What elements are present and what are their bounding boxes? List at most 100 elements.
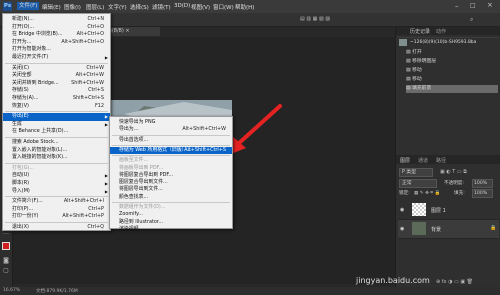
layer-bottom-icons[interactable]: ⊕ fx ◑ ▭ ▣ 🗑 [436, 279, 473, 285]
tab-history[interactable]: 历史记录 [410, 28, 430, 35]
menu-item-label: 搜索 Adobe Stock... [12, 139, 59, 145]
menu-type[interactable]: 文字(Y) [108, 3, 127, 11]
menu-item-label: 存储(S) [12, 87, 29, 94]
quick-mask-icon[interactable]: ◙ [2, 258, 10, 264]
menu-item-label: 脚本(R) [12, 180, 29, 186]
history-state[interactable]: ▤ 移动 [406, 67, 498, 75]
menu-item[interactable]: 存储为(A)... Shift+Ctrl+S [3, 95, 110, 103]
layer-row[interactable]: ◉ 背景 🔒 [398, 220, 499, 239]
menu-item[interactable]: 置入链接的智能对象(K)... [3, 154, 110, 162]
layer-name[interactable]: 图层 1 [431, 207, 446, 214]
filter-icons[interactable]: ▣ ◐ T ▭ ⧉ [440, 169, 467, 175]
export-submenu: 快速导出为 PNG 导出为... Alt+Shift+Ctrl+W 导出首选项... 存… [109, 116, 233, 232]
layer-kind-filter[interactable]: P 类型 [399, 168, 433, 177]
opacity-input[interactable]: 100% [472, 179, 493, 188]
history-snapshot[interactable]: ~126(8)(9)(10)b-SH9593.8ba [410, 40, 476, 45]
menu-item[interactable]: 新建(N)... Ctrl+N [3, 16, 110, 24]
menu-separator [5, 62, 108, 64]
layer-row[interactable]: ◉ 图层 1 [398, 201, 499, 220]
menu-item-label: 新建(N)... [12, 16, 34, 22]
screen-mode-icon[interactable]: ▢ [2, 268, 10, 274]
menu-item-shortcut: Ctrl+S [88, 87, 104, 94]
menu-item-shortcut: Ctrl+N [87, 16, 104, 22]
menu-separator [5, 137, 108, 138]
menu-item[interactable]: 在 Behance 上共享(D)... [3, 128, 110, 136]
menu-item-shortcut: Alt+Shift+Ctrl+O [61, 38, 104, 45]
menu-item[interactable]: 渲染视频... [110, 226, 232, 234]
eye-icon[interactable]: ◉ [400, 207, 404, 213]
menu-item[interactable]: 导出为... Alt+Shift+Ctrl+W [110, 126, 232, 134]
history-state[interactable]: ▤ 移动 [406, 76, 498, 84]
blend-mode-select[interactable]: 正常 [399, 179, 437, 188]
menu-item-shortcut: Ctrl+P [88, 205, 104, 212]
menu-item[interactable]: 在 Bridge 中浏览(B)... Alt+Ctrl+O [3, 31, 110, 39]
menu-item-label: 自动(U) [12, 172, 30, 179]
menu-item[interactable]: 退出(X) Ctrl+Q [3, 224, 110, 232]
menu-item[interactable]: 最近打开文件(T) ▶ [3, 54, 110, 62]
menu-item[interactable]: 自动(U) ▶ [3, 172, 110, 180]
menu-edit[interactable]: 编辑(E) [42, 3, 61, 11]
lock-icons[interactable]: ▦ ✎ ✥ ⌗ 🔒 [414, 190, 440, 196]
tab-layers[interactable]: 图层 [400, 157, 410, 164]
menu-item[interactable]: 导入(M) ▶ [3, 188, 110, 196]
menu-item-label: 置入链接的智能对象(K)... [12, 154, 68, 161]
menu-item[interactable]: 恢复(V) F12 [3, 103, 110, 111]
zoom-level[interactable]: 16.67% [3, 288, 20, 293]
submenu-arrow-icon: ▶ [104, 181, 108, 186]
maximize-icon[interactable]: □ [470, 2, 476, 9]
menu-view[interactable]: 视图(V) [191, 3, 210, 11]
layer-name[interactable]: 背景 [431, 226, 441, 233]
menu-help[interactable]: 帮助(H) [235, 3, 254, 11]
history-state[interactable]: ▤ 移除明图层 [406, 58, 498, 66]
status-bar: 16.67% 文档:879.9K/1.76M [0, 287, 500, 295]
menu-select[interactable]: 选择(S) [130, 3, 149, 11]
search-icon[interactable]: ⌕ [470, 16, 473, 24]
align-icons[interactable]: ▤ ▥ ▦ ▧ ▨ [300, 16, 330, 22]
menu-separator [5, 162, 108, 164]
menu-item[interactable]: 打开为智能对象... [3, 46, 110, 54]
menu-item-shortcut: Shift+Ctrl+W [71, 79, 104, 86]
lock-icon: 🔒 [490, 225, 497, 231]
history-state-selected[interactable]: ▤ 填充前景 [406, 85, 498, 93]
menu-window[interactable]: 窗口(W) [213, 3, 234, 11]
fill-input[interactable]: 100% [472, 189, 493, 198]
menu-filter[interactable]: 滤镜(T) [152, 3, 171, 11]
eye-icon[interactable]: ◉ [400, 226, 404, 232]
menu-separator [112, 134, 230, 136]
menu-image[interactable]: 图像(I) [64, 3, 81, 11]
submenu-arrow-icon: ▶ [104, 121, 108, 127]
menu-item-label: 导入(M) [12, 187, 30, 194]
menu-3d[interactable]: 3D(D) [174, 3, 190, 9]
tab-channels[interactable]: 通道 [418, 157, 428, 164]
menu-item-label: 导出(E) [12, 113, 29, 120]
menu-item-shortcut: F12 [94, 102, 104, 109]
menu-item[interactable]: 存储为 Web 所用格式（旧版）... Alt+Shift+Ctrl+S [110, 146, 232, 155]
menu-item-shortcut: Shift+Ctrl+S [72, 95, 104, 101]
menu-item[interactable]: 导出(E) ▶ [3, 113, 110, 121]
document-size: 文档:879.9K/1.76M [36, 289, 78, 294]
foreground-color-swatch[interactable] [2, 242, 10, 250]
menu-item[interactable]: 搜索 Adobe Stock... [3, 139, 110, 147]
minimize-icon[interactable]: – [455, 2, 459, 10]
menu-item[interactable]: 存储(S) Ctrl+S [3, 87, 110, 95]
menu-item[interactable]: 文件简介(F)... Alt+Shift+Ctrl+I [3, 198, 110, 206]
photoshop-logo-icon: Ps [3, 2, 12, 11]
menu-item[interactable]: 导出首选项... [110, 137, 232, 145]
menu-item[interactable]: 打印一份(Y) Alt+Shift+Ctrl+P [3, 213, 110, 221]
menu-item[interactable]: 颜色查找表... [110, 194, 232, 202]
menu-layer[interactable]: 图层(L) [86, 3, 104, 11]
menu-item-shortcut: Ctrl+W [86, 64, 104, 71]
menu-file[interactable]: 文件(F) [17, 2, 40, 10]
menu-item-shortcut: Alt+Ctrl+O [76, 31, 104, 38]
layer-thumbnail [412, 203, 426, 216]
menu-item[interactable]: 脚本(R) ▶ [3, 180, 110, 188]
menu-item[interactable]: 关闭全部 Alt+Ctrl+W [3, 72, 110, 80]
right-panels: 历史记录 动作 ~126(8)(9)(10)b-SH9593.8ba ▤ 打开 … [395, 27, 500, 287]
submenu-arrow-icon: ▶ [104, 173, 108, 179]
close-icon[interactable]: × [487, 1, 493, 9]
menu-item-label: 导出为... [119, 126, 139, 133]
history-state[interactable]: ▤ 打开 [406, 49, 498, 57]
menu-item-shortcut: Alt+Shift+Ctrl+S [184, 146, 226, 153]
tab-paths[interactable]: 路径 [436, 157, 446, 164]
tab-actions[interactable]: 动作 [436, 28, 446, 35]
